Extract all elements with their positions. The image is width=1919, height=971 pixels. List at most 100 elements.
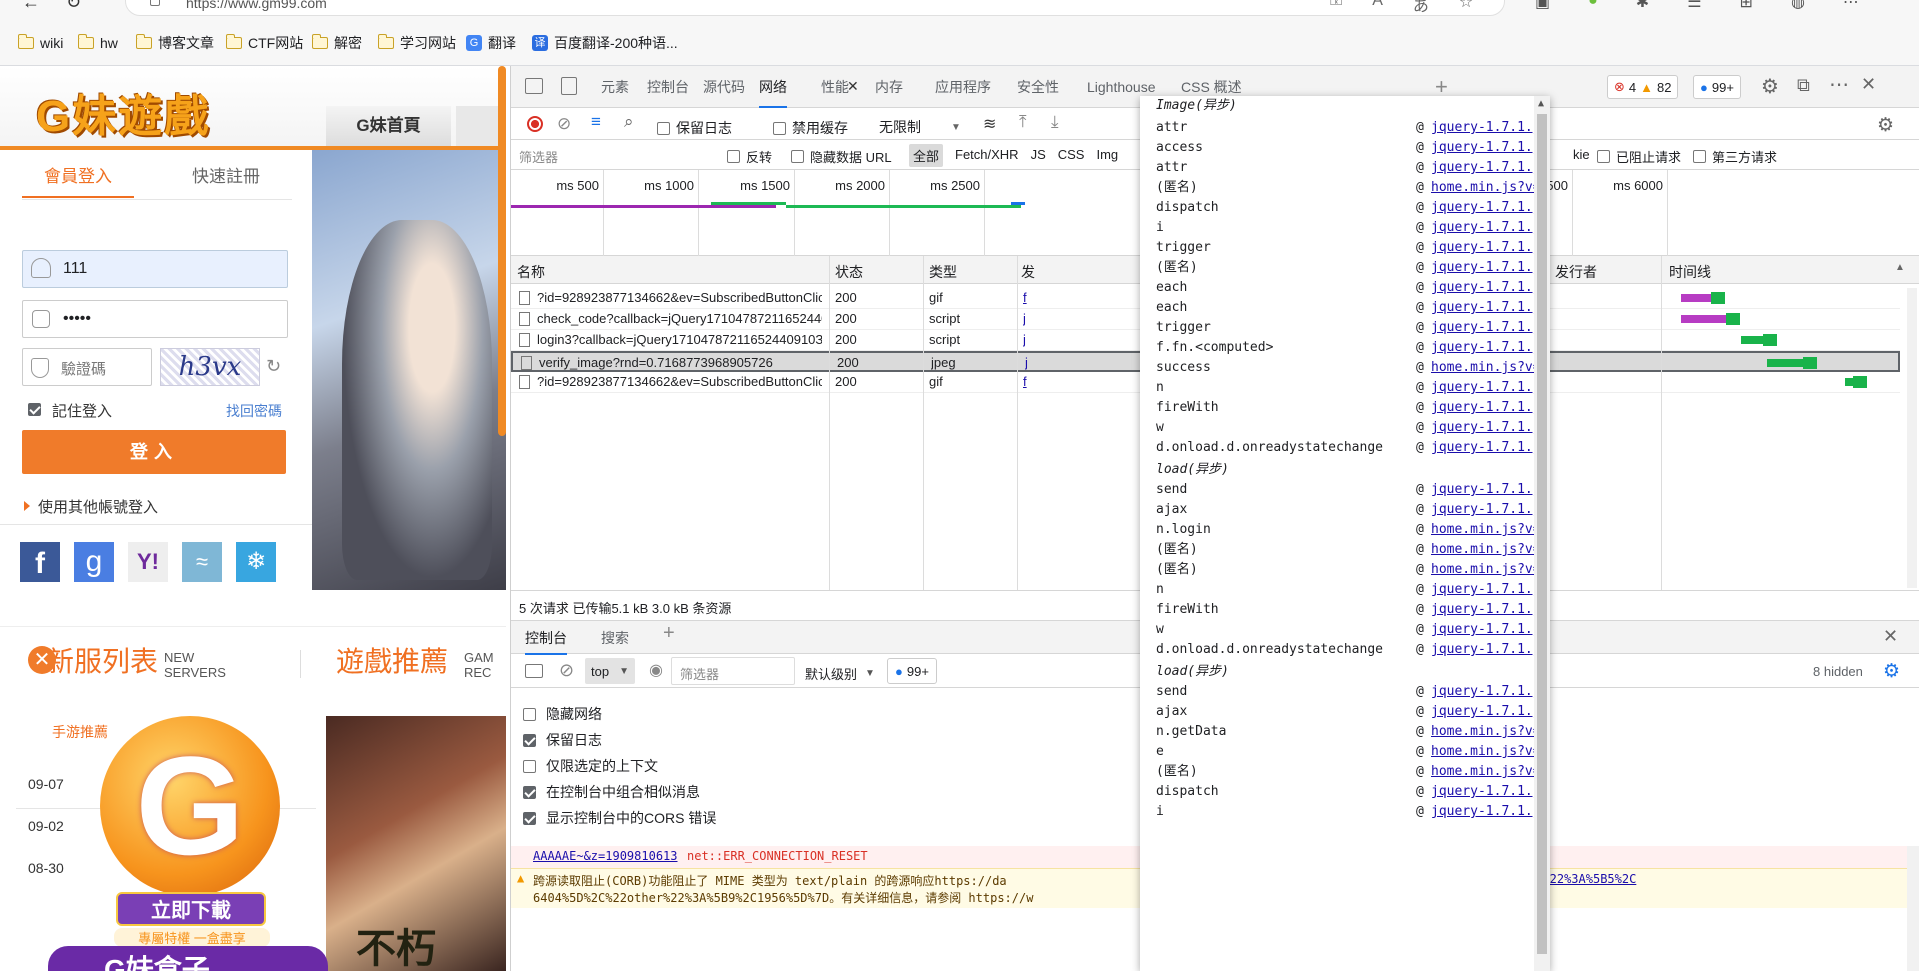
- devtools-tab-3[interactable]: 网络: [759, 66, 787, 108]
- request-init[interactable]: j: [1023, 311, 1043, 326]
- popup-scroll-up-icon[interactable]: ▲: [1538, 98, 1544, 109]
- col-name[interactable]: 名称: [517, 262, 545, 282]
- devtools-tab-6[interactable]: 应用程序: [935, 66, 991, 108]
- col-initiator[interactable]: 发: [1021, 262, 1035, 282]
- request-init[interactable]: f: [1023, 290, 1043, 305]
- console-setting-4[interactable]: 显示控制台中的CORS 错误: [523, 808, 716, 828]
- favorites-icon[interactable]: ☰: [1687, 0, 1701, 12]
- filter-type-2[interactable]: CSS: [1058, 147, 1085, 162]
- preserve-log-checkbox[interactable]: 保留日志: [657, 118, 732, 138]
- drawer-tab-search[interactable]: 搜索: [601, 628, 629, 648]
- site-logo[interactable]: G妹遊戲: [36, 80, 210, 144]
- blocked-requests-checkbox[interactable]: 已阻止请求: [1597, 147, 1681, 166]
- filter-icon[interactable]: ≡: [591, 112, 601, 132]
- bookmark-1[interactable]: hw: [78, 32, 118, 54]
- disable-cache-checkbox[interactable]: 禁用缓存: [773, 118, 848, 138]
- sort-up-icon[interactable]: ▲: [1895, 262, 1905, 273]
- sidebar-toggle-icon[interactable]: [525, 664, 543, 678]
- inspect-icon[interactable]: [525, 78, 543, 94]
- drawer-add-icon[interactable]: +: [663, 622, 675, 645]
- frame-source-link[interactable]: jquery-1.7.1.js:: [1431, 638, 1550, 662]
- throttle-select[interactable]: 无限制 ▼: [879, 117, 961, 137]
- hide-data-url-box[interactable]: [791, 150, 804, 163]
- promo-g-logo[interactable]: G: [100, 716, 280, 896]
- bookmark-6[interactable]: G 翻译: [466, 32, 516, 54]
- col-type[interactable]: 类型: [929, 262, 957, 282]
- refresh-icon[interactable]: ↻: [66, 0, 81, 13]
- waterfall-scrollbar[interactable]: [1907, 288, 1917, 588]
- console-setting-3[interactable]: 在控制台中组合相似消息: [523, 782, 700, 802]
- console-clear-icon[interactable]: ⊘: [559, 660, 574, 681]
- setting-checkbox[interactable]: [523, 785, 536, 799]
- search-icon[interactable]: ⌕: [624, 112, 634, 132]
- setting-checkbox[interactable]: [523, 759, 536, 773]
- setting-checkbox[interactable]: [523, 811, 536, 825]
- request-init[interactable]: f: [1023, 374, 1043, 389]
- context-select[interactable]: top ▼: [585, 658, 635, 684]
- hide-data-url-checkbox[interactable]: 隐藏数据 URL: [791, 147, 892, 166]
- blocked-requests-box[interactable]: [1597, 150, 1610, 163]
- console-setting-0[interactable]: 隐藏网络: [523, 704, 602, 724]
- filter-input[interactable]: 筛选器: [519, 147, 558, 166]
- login-button[interactable]: 登入: [22, 430, 286, 474]
- captcha-field[interactable]: 驗證碼: [22, 348, 152, 386]
- import-icon[interactable]: ⤒: [1019, 112, 1027, 132]
- puzzle-icon[interactable]: ✱: [1636, 0, 1649, 12]
- address-bar[interactable]: https://www.gm99.com: [125, 0, 1505, 16]
- devtools-tab-5[interactable]: 内存: [875, 66, 903, 108]
- filter-type-0[interactable]: Fetch/XHR: [955, 147, 1019, 162]
- refresh-captcha-icon[interactable]: ↻: [266, 356, 281, 377]
- filter-all[interactable]: 全部: [909, 144, 944, 167]
- bookmark-5[interactable]: 学习网站: [378, 32, 456, 54]
- yahoo-icon[interactable]: Y!: [128, 542, 168, 582]
- bookmark-2[interactable]: 博客文章: [136, 32, 214, 54]
- mobile-recommend-label[interactable]: 手游推薦: [52, 722, 108, 742]
- request-init[interactable]: j: [1025, 355, 1045, 370]
- other-login-link[interactable]: 使用其他帳號登入: [38, 496, 158, 517]
- google-icon[interactable]: g: [74, 542, 114, 582]
- collections-icon[interactable]: ▣: [1535, 0, 1550, 12]
- bookmark-4[interactable]: 解密: [312, 32, 362, 54]
- devtools-tab-7[interactable]: 安全性: [1017, 66, 1059, 108]
- device-toolbar-icon[interactable]: [561, 77, 577, 95]
- tab-register[interactable]: 快速註冊: [170, 162, 282, 198]
- devtools-tab-2[interactable]: 源代码: [703, 66, 745, 108]
- collections-add-icon[interactable]: ⊞: [1740, 0, 1753, 12]
- back-icon[interactable]: ←: [22, 0, 40, 13]
- plurk-icon[interactable]: ≈: [182, 542, 222, 582]
- read-aloud-icon[interactable]: A: [1372, 0, 1383, 12]
- devtools-tab-1[interactable]: 控制台: [647, 66, 689, 108]
- setting-checkbox[interactable]: [523, 733, 536, 747]
- network-tab-close-icon[interactable]: ✕: [847, 78, 859, 95]
- lemon-extension-icon[interactable]: ●: [1588, 0, 1598, 12]
- bookmark-3[interactable]: CTF网站: [226, 32, 303, 54]
- remember-checkbox[interactable]: [28, 402, 41, 417]
- settings-gear-icon[interactable]: ⚙: [1761, 74, 1779, 99]
- page-scrollbar[interactable]: [498, 66, 506, 436]
- translate-icon[interactable]: あ: [1413, 0, 1429, 15]
- password-field[interactable]: •••••: [22, 300, 288, 338]
- message-counter[interactable]: ● 99+: [1693, 75, 1741, 99]
- favorite-add-icon[interactable]: ☆: [1459, 0, 1473, 12]
- drawer-close-icon[interactable]: ✕: [1883, 626, 1898, 647]
- invert-box[interactable]: [727, 150, 740, 163]
- more-options-icon[interactable]: ⋯: [1829, 72, 1849, 97]
- close-ad-icon[interactable]: ✕: [28, 646, 56, 674]
- forgot-password-link[interactable]: 找回密碼: [226, 401, 282, 421]
- frame-source-link[interactable]: jquery-1.7.1.js:: [1431, 436, 1550, 460]
- promo-download-button[interactable]: 立即下載: [116, 892, 266, 926]
- export-icon[interactable]: ⤓: [1051, 112, 1059, 132]
- remember-check-icon[interactable]: [28, 403, 41, 416]
- third-party-checkbox[interactable]: 第三方请求: [1693, 147, 1777, 166]
- error-source-link[interactable]: AAAAAE~&z=1909810613: [533, 849, 678, 863]
- col-waterfall[interactable]: 时间线: [1669, 262, 1711, 282]
- devtools-tab-0[interactable]: 元素: [601, 66, 629, 108]
- wifi-icon[interactable]: ≋: [983, 114, 996, 134]
- console-setting-1[interactable]: 保留日志: [523, 730, 602, 750]
- popup-scrollbar-thumb[interactable]: [1537, 114, 1547, 954]
- bookmark-7[interactable]: 译百度翻译-200种语...: [532, 32, 678, 54]
- captcha-image[interactable]: h3vx: [160, 348, 260, 386]
- level-select[interactable]: 默认级别 ▼: [805, 664, 875, 683]
- avatar[interactable]: ◍: [1791, 0, 1805, 12]
- snowflake-icon[interactable]: ❄: [236, 542, 276, 582]
